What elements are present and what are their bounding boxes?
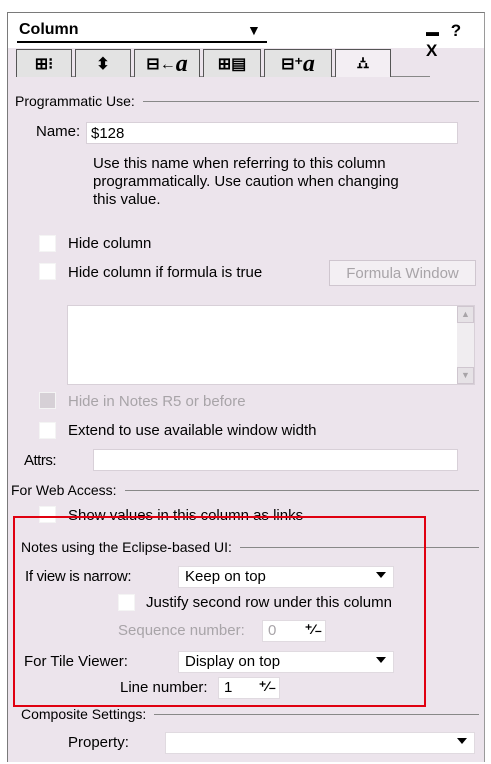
help-text: Use this name when referring to this col… <box>93 155 386 172</box>
extend-width-label: Extend to use available window width <box>68 422 317 439</box>
font-a-icon: a <box>302 50 315 77</box>
column-font-icon: ⊟← <box>146 55 176 73</box>
sorting-icon: ⬍ <box>96 55 110 73</box>
chevron-down-icon: ▼ <box>247 22 261 38</box>
tab-column-font[interactable]: ⊟← a <box>134 49 200 77</box>
menu-icon[interactable]: ▬ <box>426 24 439 39</box>
title-bar: Column ▼ ▬ ? X <box>8 13 484 60</box>
name-field[interactable]: $128 <box>86 122 458 144</box>
tab-advanced[interactable]: ⛼ <box>335 49 391 77</box>
group-heading: Programmatic Use: <box>15 93 135 109</box>
divider <box>124 489 479 491</box>
numbers-format-icon: ⊞▤ <box>217 55 247 73</box>
highlight-box <box>13 516 426 707</box>
hide-notes-r5-checkbox[interactable] <box>39 392 56 409</box>
divider <box>154 713 479 715</box>
formula-window-label: Formula Window <box>346 264 459 282</box>
help-text: this value. <box>93 191 161 208</box>
help-text: programmatically. Use caution when chang… <box>93 173 399 190</box>
tab-sorting[interactable]: ⬍ <box>75 49 131 77</box>
hide-if-formula-label: Hide column if formula is true <box>68 264 263 281</box>
programmatic-use-group: Programmatic Use: <box>15 93 479 109</box>
group-heading: For Web Access: <box>11 482 117 498</box>
hide-notes-r5-label: Hide in Notes R5 or before <box>68 393 246 410</box>
attrs-label: Attrs: <box>24 452 57 469</box>
hide-column-checkbox[interactable] <box>39 235 56 252</box>
tab-strip: ⊞⁝ ⬍ ⊟← a ⊞▤ ⊟⁺ a ⛼ <box>16 49 430 77</box>
scroll-up-icon[interactable]: ▲ <box>457 306 474 323</box>
hide-if-formula-checkbox[interactable] <box>39 263 56 280</box>
scrollbar[interactable]: ▲ ▼ <box>457 306 474 384</box>
group-heading: Composite Settings: <box>21 706 147 722</box>
divider <box>142 100 479 102</box>
advanced-hat-icon: ⛼ <box>356 54 370 72</box>
help-icon[interactable]: ? <box>451 21 461 41</box>
tab-title-font[interactable]: ⊟⁺ a <box>264 49 332 77</box>
name-value: $128 <box>91 125 125 142</box>
hide-column-label: Hide column <box>68 235 152 252</box>
font-a-icon: a <box>175 50 188 77</box>
web-access-group: For Web Access: <box>11 482 479 498</box>
column-properties-panel: Column ▼ ▬ ? X ⊞⁝ ⬍ ⊟← a ⊞▤ ⊟⁺ a ⛼ Progr… <box>7 12 485 762</box>
property-dropdown[interactable] <box>165 732 475 754</box>
panel-title: Column <box>19 21 79 38</box>
scroll-down-icon[interactable]: ▼ <box>457 367 474 384</box>
properties-type-selector[interactable]: Column ▼ <box>17 21 267 43</box>
name-label: Name: <box>36 123 81 140</box>
title-font-icon: ⊟⁺ <box>281 55 303 73</box>
property-label: Property: <box>68 734 129 751</box>
column-info-icon: ⊞⁝ <box>34 55 54 73</box>
tab-numbers-format[interactable]: ⊞▤ <box>203 49 261 77</box>
chevron-down-icon <box>457 738 467 744</box>
extend-width-checkbox[interactable] <box>39 422 56 439</box>
formula-window-button[interactable]: Formula Window <box>329 260 476 286</box>
attrs-field[interactable] <box>93 449 458 471</box>
formula-textarea[interactable]: ▲ ▼ <box>67 305 475 385</box>
composite-settings-group: Composite Settings: <box>21 706 479 722</box>
tab-column-info[interactable]: ⊞⁝ <box>16 49 72 77</box>
